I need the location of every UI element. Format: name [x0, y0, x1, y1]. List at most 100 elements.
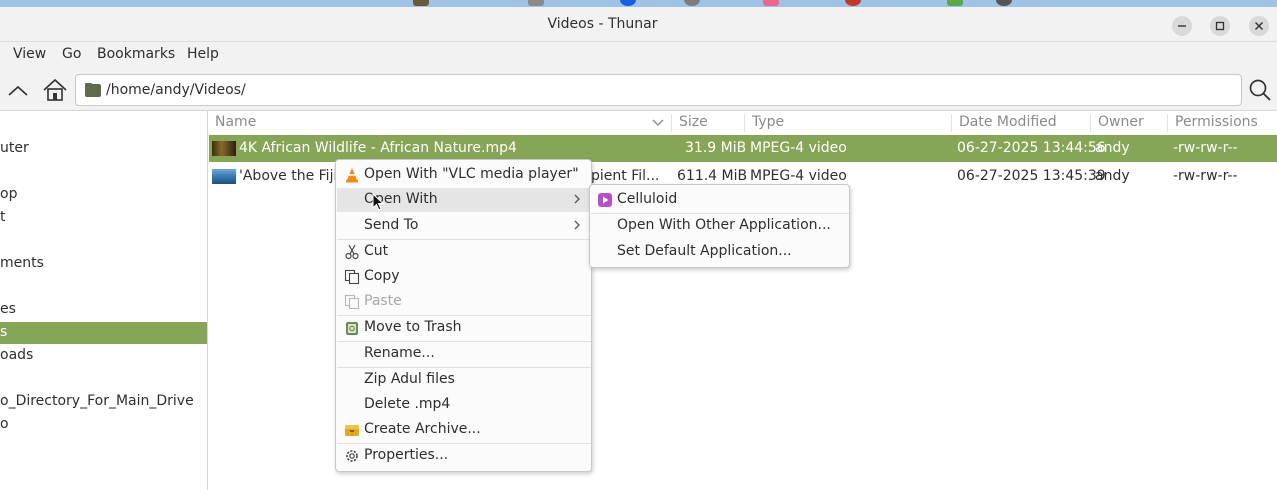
location-bar[interactable]: /home/andy/Videos/	[75, 74, 1242, 106]
file-name: 4K African Wildlife - African Nature.mp4	[239, 140, 517, 156]
menu-help[interactable]: Help	[187, 46, 219, 62]
column-type[interactable]: Type	[752, 114, 784, 130]
vlc-icon	[346, 168, 358, 183]
copy-icon	[344, 269, 360, 285]
home-button[interactable]	[40, 75, 70, 105]
sidebar-item-documents[interactable]: ments	[0, 253, 207, 275]
sidebar-item-desktop[interactable]: op	[0, 184, 207, 206]
sidebar-item-label: es	[0, 301, 16, 317]
close-button[interactable]	[1249, 16, 1269, 36]
menu-go[interactable]: Go	[62, 46, 81, 62]
menu-cut[interactable]: Cut	[337, 240, 591, 264]
taskbar-strip	[0, 0, 1277, 7]
sidebar-item-label: oads	[0, 347, 34, 363]
sidebar-item-videos[interactable]: s	[0, 322, 207, 344]
search-icon	[1249, 79, 1271, 101]
minimize-button[interactable]	[1172, 16, 1192, 36]
column-separator	[1090, 114, 1091, 132]
file-owner: andy	[1095, 168, 1130, 184]
video-thumbnail-icon	[212, 169, 236, 184]
column-separator	[951, 114, 952, 132]
menu-item-label: Move to Trash	[364, 319, 462, 335]
column-permissions[interactable]: Permissions	[1175, 114, 1258, 130]
video-thumbnail-icon	[212, 141, 236, 156]
taskbar-app-icon[interactable]	[996, 0, 1012, 6]
chevron-up-icon	[8, 85, 28, 96]
column-owner[interactable]: Owner	[1098, 114, 1144, 130]
menu-item-label: Properties...	[364, 447, 449, 463]
column-separator	[671, 114, 672, 132]
sidebar-item-other[interactable]: o	[0, 414, 207, 436]
column-header: Name Size Type Date Modified Owner Permi…	[209, 111, 1277, 135]
sidebar-item-root[interactable]: t	[0, 207, 207, 229]
home-icon	[43, 78, 67, 101]
menu-properties[interactable]: Properties...	[337, 444, 591, 468]
taskbar-app-icon[interactable]	[845, 0, 861, 6]
location-path[interactable]: /home/andy/Videos/	[106, 82, 246, 98]
maximize-button[interactable]	[1210, 16, 1230, 36]
menu-bookmarks[interactable]: Bookmarks	[97, 46, 175, 62]
go-up-button[interactable]	[4, 75, 34, 105]
submenu-set-default[interactable]: Set Default Application...	[591, 240, 849, 264]
toolbar: /home/andy/Videos/	[0, 69, 1277, 111]
menu-item-label: Open With "VLC media player"	[364, 166, 579, 182]
file-size: 611.4 MiB	[677, 168, 748, 184]
file-type: MPEG-4 video	[750, 140, 847, 156]
sidebar-item-label: ments	[0, 255, 44, 271]
chevron-right-icon	[574, 194, 580, 204]
menu-item-label: Send To	[364, 217, 419, 233]
minimize-icon	[1178, 25, 1186, 27]
menu-copy[interactable]: Copy	[337, 265, 591, 289]
menu-item-label: Copy	[364, 268, 400, 284]
taskbar-app-icon[interactable]	[947, 0, 963, 6]
file-row[interactable]: 4K African Wildlife - African Nature.mp4…	[209, 135, 1277, 162]
gear-icon	[346, 450, 358, 462]
menu-zip-files[interactable]: Zip Adul files	[337, 368, 591, 392]
mouse-pointer-icon	[372, 193, 384, 211]
column-name[interactable]: Name	[215, 114, 256, 130]
scissors-icon	[345, 244, 359, 260]
submenu-open-with-other[interactable]: Open With Other Application...	[591, 214, 849, 238]
submenu-celluloid[interactable]: Celluloid	[591, 188, 849, 212]
menu-item-label: Cut	[364, 243, 389, 259]
menu-delete[interactable]: Delete .mp4	[337, 393, 591, 417]
taskbar-app-icon[interactable]	[684, 0, 700, 6]
file-permissions: -rw-rw-r--	[1173, 168, 1238, 184]
taskbar-app-icon[interactable]	[763, 0, 779, 6]
menu-item-label: Zip Adul files	[364, 371, 455, 387]
paste-icon	[344, 294, 360, 310]
open-with-submenu: Celluloid Open With Other Application...…	[589, 184, 850, 268]
taskbar-app-icon[interactable]	[528, 0, 544, 6]
search-button[interactable]	[1245, 75, 1275, 105]
sidebar-item-directory[interactable]: o_Directory_For_Main_Drive	[0, 391, 207, 413]
taskbar-app-icon[interactable]	[620, 0, 636, 6]
menu-bar: View Go Bookmarks Help	[0, 42, 1277, 69]
sidebar-item-pictures[interactable]: es	[0, 299, 207, 321]
sidebar-item-downloads[interactable]: oads	[0, 345, 207, 367]
title-bar[interactable]: Videos - Thunar	[0, 7, 1277, 42]
file-permissions: -rw-rw-r--	[1173, 140, 1238, 156]
maximize-icon	[1215, 21, 1225, 31]
file-name-tail: pient Fil...	[591, 168, 660, 184]
file-size: 31.9 MiB	[685, 140, 747, 156]
menu-item-label: Celluloid	[617, 191, 678, 207]
menu-item-label: Set Default Application...	[617, 243, 792, 259]
taskbar-app-icon[interactable]	[413, 0, 429, 6]
menu-create-archive[interactable]: Create Archive...	[337, 418, 591, 442]
menu-view[interactable]: View	[13, 46, 46, 62]
sidebar-item-label: t	[0, 209, 6, 225]
menu-rename[interactable]: Rename...	[337, 342, 591, 366]
menu-open-with-vlc[interactable]: Open With "VLC media player"	[337, 163, 591, 187]
menu-item-label: Create Archive...	[364, 421, 481, 437]
menu-move-to-trash[interactable]: Move to Trash	[337, 316, 591, 340]
file-type: MPEG-4 video	[750, 168, 847, 184]
column-date-modified[interactable]: Date Modified	[959, 114, 1057, 130]
folder-icon	[85, 83, 101, 97]
column-separator	[1167, 114, 1168, 132]
sidebar-item-label: s	[0, 324, 8, 340]
menu-item-label: Rename...	[364, 345, 435, 361]
menu-paste[interactable]: Paste	[337, 290, 591, 314]
menu-send-to[interactable]: Send To	[337, 214, 591, 238]
sidebar-item-computer[interactable]: uter	[0, 138, 207, 160]
column-size[interactable]: Size	[679, 114, 708, 130]
